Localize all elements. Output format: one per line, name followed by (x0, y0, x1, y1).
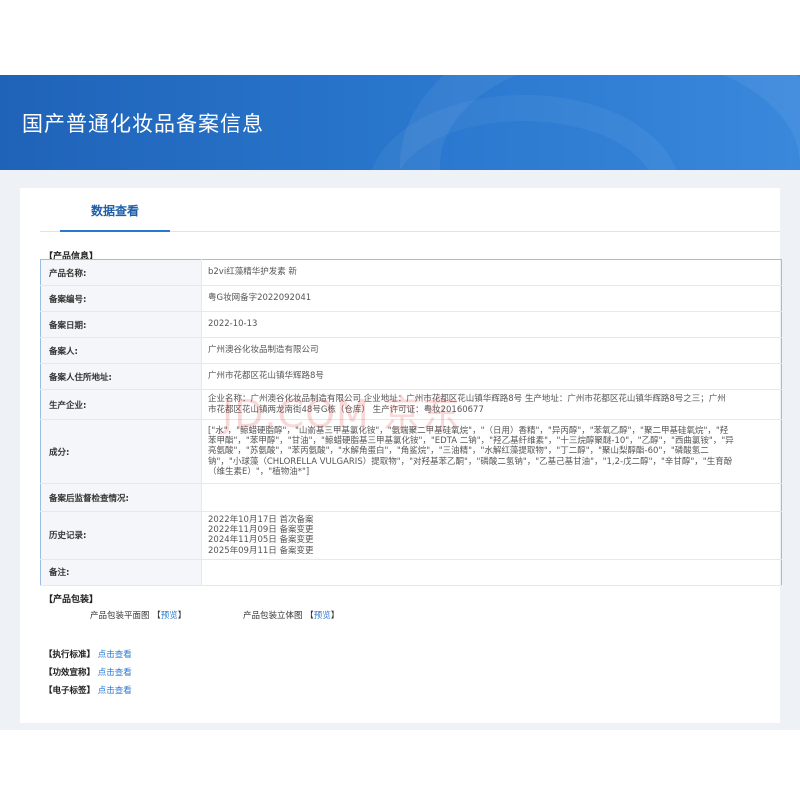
info-row-label: 产品名称: (40, 259, 202, 286)
info-row-value: 2022-10-13 (201, 311, 782, 338)
info-value-line: 2024年11月05日 备案变更 (208, 535, 314, 546)
info-row-label: 备案人住所地址: (40, 363, 202, 390)
info-value-line: 广州澳谷化妆品制造有限公司 (208, 345, 319, 356)
bracket-open: 【 (152, 611, 161, 621)
info-value-line: 粤G妆网备字2022092041 (208, 293, 312, 304)
product-info-table: 产品名称: b2vi红藻精华护发素 新备案编号: 粤G妆网备字2022092041 备… (40, 259, 782, 586)
packaging-flat-label: 产品包装平面图 (90, 611, 150, 621)
info-row-value: 广州市花都区花山镇华辉路8号 (201, 363, 782, 390)
packaging-flat: 产品包装平面图 【预览】 (90, 609, 186, 621)
info-row: 备案人: 广州澳谷化妆品制造有限公司 (40, 337, 782, 364)
info-row: 备案日期: 2022-10-13 (40, 311, 782, 338)
info-value-line: 广州市花都区花山镇华辉路8号 (208, 371, 324, 382)
info-row-value: 企业名称：广州澳谷化妆品制造有限公司 企业地址：广州市花都区花山镇华辉路8号 生… (201, 389, 782, 420)
info-value-line: 钠"，"小球藻（CHLORELLA VULGARIS）提取物"，"对羟基苯乙酮"… (208, 456, 733, 467)
info-row-value: b2vi红藻精华护发素 新 (201, 259, 782, 286)
info-row: 成分: ["水"，"鲸蜡硬脂醇"，"山嵛基三甲基氯化铵"，"氨端聚二甲基硅氧烷"，… (40, 419, 782, 484)
content-panel: 数据查看 【产品信息】 产品名称: b2vi红藻精华护发素 新备案编号: 粤G妆网备… (20, 188, 782, 723)
info-row-value: ["水"，"鲸蜡硬脂醇"，"山嵛基三甲基氯化铵"，"氨端聚二甲基硅氧烷"，"（日… (201, 419, 782, 484)
efficacy-row: 【功效宣称】 点击查看 (44, 666, 132, 678)
info-row-value: 粤G妆网备字2022092041 (201, 285, 782, 312)
info-row-label: 生产企业: (40, 389, 202, 420)
bracket-close: 】 (330, 611, 340, 621)
info-row-label: 历史记录: (40, 511, 202, 560)
packaging-section-title: 【产品包装】 (44, 595, 99, 605)
info-value-line: 苯甲酯"，"苯甲醇"，"甘油"，"鲸蜡硬脂基三甲基氯化铵"，"EDTA 二钠"，… (208, 436, 734, 447)
info-value-line: 2022-10-13 (208, 319, 258, 330)
standard-label: 【执行标准】 (44, 650, 96, 660)
page-title: 国产普通化妆品备案信息 (22, 112, 264, 136)
standard-view-link[interactable]: 点击查看 (98, 650, 132, 660)
tab-bar: 数据查看 (40, 188, 780, 232)
info-value-line: （维生素E）"，"植物油*"] (208, 466, 310, 477)
bracket-open: 【 (305, 611, 314, 621)
info-row-label: 备案日期: (40, 311, 202, 338)
standard-row: 【执行标准】 点击查看 (44, 648, 132, 660)
preview-flat-link[interactable]: 预览 (161, 611, 178, 621)
info-value-line: 市花都区花山镇两龙南街48号G栋（仓库） 生产许可证：粤妆20160677 (208, 404, 484, 415)
packaging-3d: 产品包装立体图 【预览】 (243, 609, 339, 621)
efficacy-label: 【功效宣称】 (44, 668, 96, 678)
info-row: 备案编号: 粤G妆网备字2022092041 (40, 285, 782, 312)
info-value-line: 2022年10月17日 首次备案 (208, 515, 314, 525)
tab-data-view[interactable]: 数据查看 (60, 188, 170, 232)
info-value-line: 亮氨酸"，"苏氨酸"，"苯丙氨酸"，"水解角蛋白"，"角鲨烷"，"三油精"，"水… (208, 446, 709, 457)
info-value-line: b2vi红藻精华护发素 新 (208, 267, 297, 278)
info-row-label: 成分: (40, 419, 202, 484)
info-row-value: 2022年10月17日 首次备案 2022年11月09日 备案变更 2024年11月… (201, 511, 782, 560)
info-value-line: 企业名称：广州澳谷化妆品制造有限公司 企业地址：广州市花都区花山镇华辉路8号 生… (208, 394, 726, 405)
info-row: 备案后监督检查情况: (40, 483, 782, 512)
info-row-value (201, 559, 782, 586)
info-value-line: ["水"，"鲸蜡硬脂醇"，"山嵛基三甲基氯化铵"，"氨端聚二甲基硅氧烷"，"（日… (208, 426, 729, 437)
info-row-label: 备案编号: (40, 285, 202, 312)
header-banner: 国产普通化妆品备案信息 (0, 75, 800, 170)
e-label-view-link[interactable]: 点击查看 (98, 686, 132, 696)
e-label-row: 【电子标签】 点击查看 (44, 684, 132, 696)
info-row-value (201, 483, 782, 512)
info-row: 备案人住所地址: 广州市花都区花山镇华辉路8号 (40, 363, 782, 390)
e-label-label: 【电子标签】 (44, 686, 96, 696)
packaging-3d-label: 产品包装立体图 (243, 611, 303, 621)
info-value-line: 2025年09月11日 备案变更 (208, 545, 314, 556)
info-value-line: 2022年11月09日 备案变更 (208, 525, 314, 536)
preview-3d-link[interactable]: 预览 (314, 611, 331, 621)
info-row: 历史记录: 2022年10月17日 首次备案 2022年11月09日 备案变更 202… (40, 511, 782, 560)
info-row: 备注: (40, 559, 782, 586)
info-row-label: 备案后监督检查情况: (40, 483, 202, 512)
info-row-value: 广州澳谷化妆品制造有限公司 (201, 337, 782, 364)
info-row-label: 备注: (40, 559, 202, 586)
info-row-label: 备案人: (40, 337, 202, 364)
info-row: 产品名称: b2vi红藻精华护发素 新 (40, 259, 782, 286)
efficacy-view-link[interactable]: 点击查看 (98, 668, 132, 678)
page: 国产普通化妆品备案信息 数据查看 【产品信息】 产品名称: b2vi红藻精华护发素… (0, 0, 800, 800)
bracket-close: 】 (177, 611, 187, 621)
info-row: 生产企业: 企业名称：广州澳谷化妆品制造有限公司 企业地址：广州市花都区花山镇华辉… (40, 389, 782, 420)
